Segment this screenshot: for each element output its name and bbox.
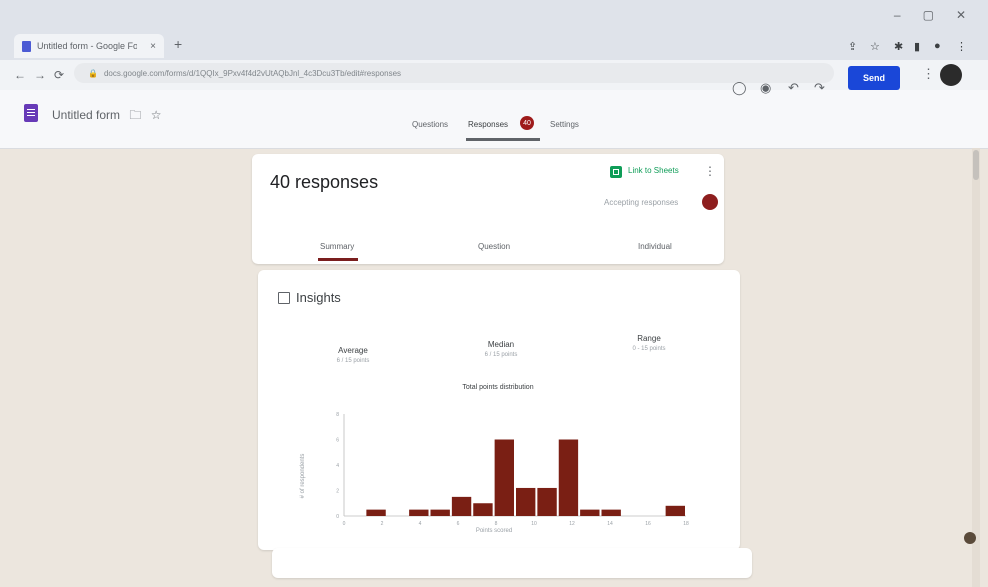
menu-icon[interactable]: ⋮ (956, 40, 967, 53)
chart-y-tick-label: 0 (336, 514, 339, 520)
accepting-responses-toggle[interactable] (702, 194, 718, 210)
accepting-responses-label: Accepting responses (604, 198, 679, 207)
share-icon[interactable]: ⇪ (848, 40, 857, 53)
redo-icon[interactable]: ↷ (814, 80, 825, 96)
stat-average-label: Average (338, 346, 368, 355)
reload-icon[interactable]: ⟳ (54, 68, 64, 82)
stat-average-value: 6 / 15 points (336, 358, 370, 364)
chart-bar[interactable] (537, 487, 557, 516)
send-button[interactable]: Send (848, 66, 900, 90)
chart-y-tick-label: 8 (336, 412, 339, 418)
lock-icon: 🔒 (88, 68, 98, 78)
chart-x-tick-label: 6 (457, 521, 460, 527)
insights-icon (278, 292, 290, 304)
insights-card: Insights Average 6 / 15 points Median 6 … (258, 270, 740, 550)
scrollbar-thumb[interactable] (973, 150, 979, 180)
subtab-summary[interactable]: Summary (320, 242, 354, 251)
chart-title: Total points distribution (462, 384, 534, 391)
star-icon[interactable]: ☆ (870, 40, 880, 53)
active-tab-indicator (466, 138, 540, 141)
sheets-icon[interactable] (610, 166, 622, 178)
subtab-indicator (318, 258, 358, 261)
responses-more-icon[interactable]: ⋮ (704, 164, 716, 178)
forward-icon[interactable]: → (34, 68, 46, 82)
preview-eye-icon[interactable]: ◉ (760, 80, 771, 96)
tab-questions[interactable]: Questions (412, 120, 448, 129)
chart-y-tick-label: 6 (336, 438, 339, 444)
stat-range-value: 0 - 15 points (632, 346, 666, 352)
avatar[interactable] (940, 64, 962, 86)
browser-tab-title: Untitled form - Google Forms (37, 41, 137, 51)
close-tab-icon[interactable]: × (150, 41, 156, 52)
stat-range-label: Range (637, 334, 661, 343)
chart-bar[interactable] (430, 509, 450, 516)
minimize-icon[interactable]: – (894, 8, 901, 22)
undo-icon[interactable]: ↶ (788, 80, 799, 96)
browser-tab[interactable]: Untitled form - Google Forms × (14, 34, 164, 58)
link-to-sheets[interactable]: Link to Sheets (628, 166, 679, 175)
chart-x-tick-label: 16 (645, 521, 651, 527)
chart-bar[interactable] (558, 439, 579, 517)
browser-window: Untitled form - Google Forms × + – ▢ ✕ ←… (0, 0, 988, 587)
responses-count: 40 responses (270, 172, 379, 192)
chart-bar[interactable] (366, 509, 386, 516)
bookmark-icon[interactable]: ▮ (914, 40, 920, 53)
chart-bar[interactable] (451, 496, 472, 516)
extension-icon[interactable]: ✱ (894, 40, 903, 53)
floating-button[interactable] (964, 532, 976, 544)
back-icon[interactable]: ← (14, 68, 26, 82)
chart-x-tick-label: 4 (419, 521, 422, 527)
more-options-icon[interactable]: ⋮ (922, 66, 935, 82)
chart-x-tick-label: 18 (683, 521, 689, 527)
subtab-question[interactable]: Question (478, 242, 510, 251)
stat-median-label: Median (487, 340, 515, 349)
close-window-icon[interactable]: ✕ (956, 8, 966, 22)
tab-settings[interactable]: Settings (550, 120, 579, 129)
chart-x-tick-label: 0 (343, 521, 346, 527)
chart-bar[interactable] (494, 439, 514, 517)
chart-bar[interactable] (473, 503, 493, 516)
star-outline-icon[interactable]: ☆ (151, 108, 162, 122)
window-controls: – ▢ ✕ (894, 8, 966, 22)
points-distribution-chart: 0 2 4 6 8 0 2 4 6 8 10 12 14 16 18 # of respondents Po… (300, 412, 689, 534)
chart-x-tick-label: 8 (495, 521, 498, 527)
next-card (272, 548, 752, 578)
forms-favicon-icon (22, 40, 31, 52)
chart-bar[interactable] (580, 509, 600, 516)
responses-card: 40 responses Link to Sheets ⋮ Accepting … (252, 154, 724, 264)
restore-icon[interactable]: ▢ (923, 8, 934, 22)
scrollbar[interactable] (972, 148, 980, 587)
url-field[interactable]: 🔒 docs.google.com/forms/d/1QQIx_9Pxv4f4d… (74, 63, 834, 83)
chart-y-axis-label: # of respondents (300, 454, 306, 499)
chart-x-tick-label: 10 (531, 521, 537, 527)
forms-logo-icon (24, 104, 38, 122)
chart-bar[interactable] (409, 509, 429, 516)
profile-icon[interactable]: ● (934, 40, 941, 52)
stat-median-value: 6 / 15 points (484, 352, 518, 358)
folder-icon[interactable]: 🗀 (129, 108, 141, 122)
chart-x-tick-label: 14 (607, 521, 613, 527)
subtab-individual[interactable]: Individual (638, 242, 672, 251)
new-tab-icon[interactable]: + (174, 36, 182, 52)
chart-x-tick-label: 12 (569, 521, 575, 527)
insights-title: Insights (296, 290, 341, 305)
chart-x-tick-label: 2 (381, 521, 384, 527)
chart-bar[interactable] (516, 487, 536, 516)
chart-bar[interactable] (665, 505, 685, 516)
url-text: docs.google.com/forms/d/1QQIx_9Pxv4f4d2v… (103, 68, 402, 78)
tab-responses[interactable]: Responses (468, 120, 508, 129)
form-title[interactable]: Untitled form 🗀 ☆ (52, 106, 162, 127)
palette-icon[interactable]: ◯ (732, 80, 747, 96)
chart-y-tick-label: 4 (336, 463, 339, 469)
responses-count-badge: 40 (520, 116, 534, 130)
chart-bar[interactable] (601, 509, 621, 516)
chart-y-tick-label: 2 (336, 489, 339, 495)
chart-x-axis-label: Points scored (476, 528, 512, 534)
